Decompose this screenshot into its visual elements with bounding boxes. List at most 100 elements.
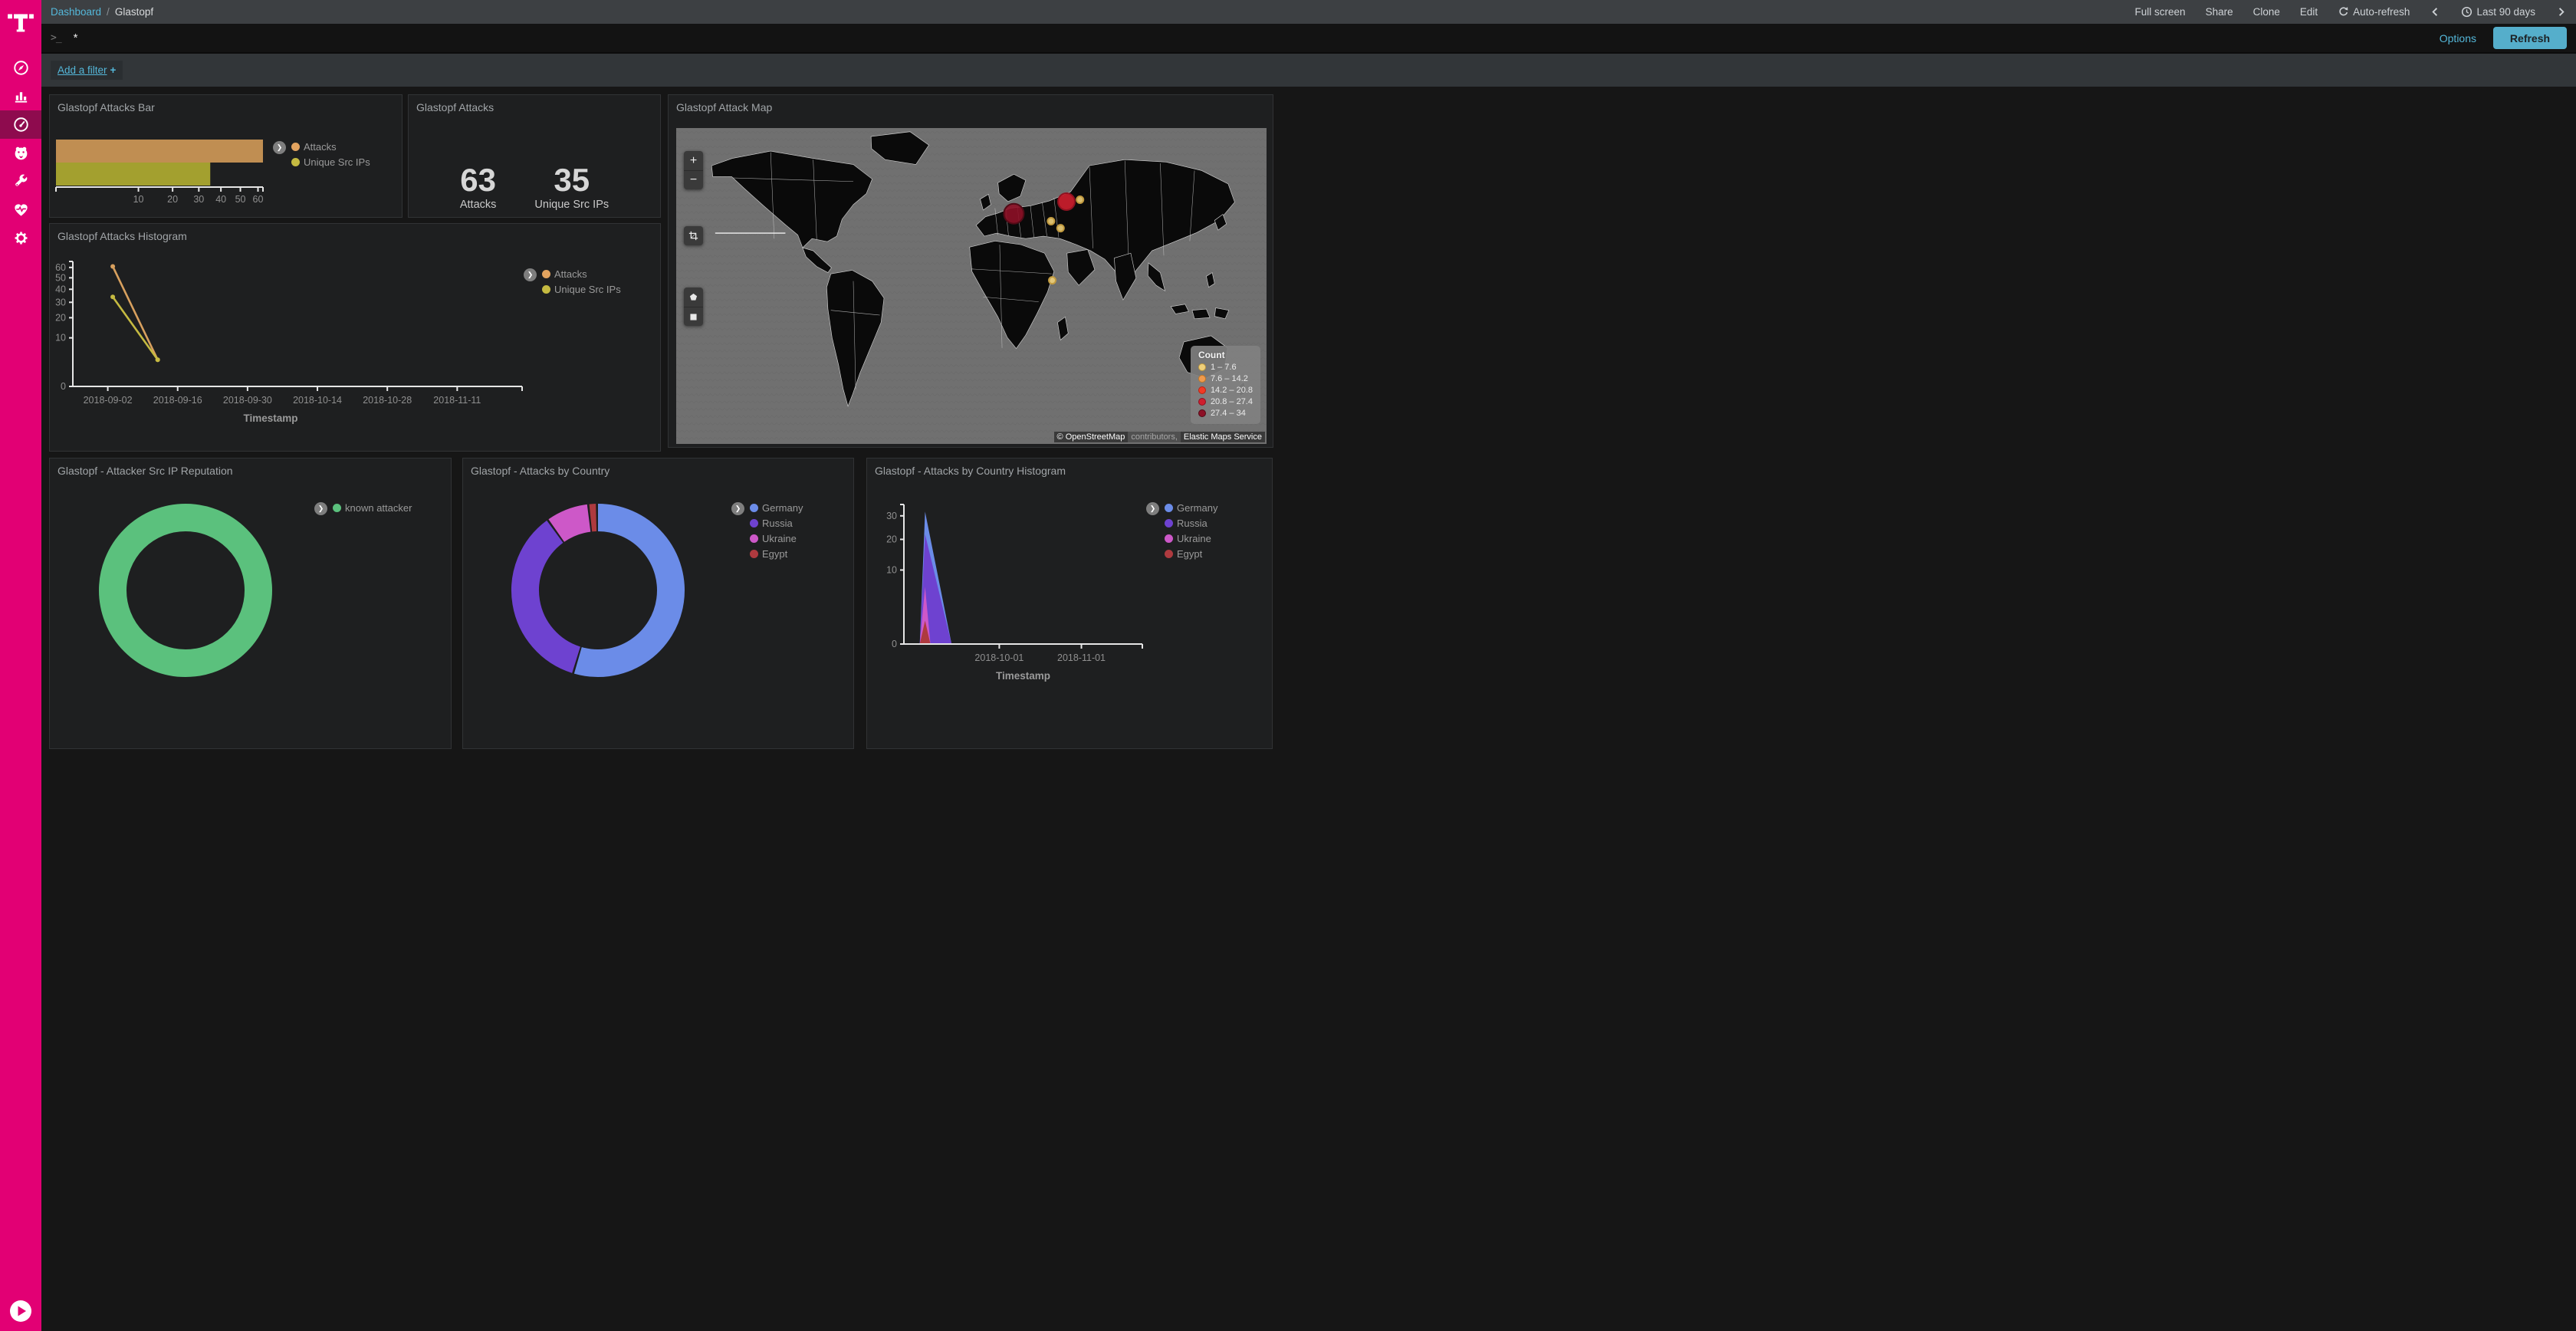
- svg-text:40: 40: [215, 194, 226, 205]
- polygon-icon[interactable]: [684, 288, 703, 307]
- gear-icon: [12, 229, 30, 247]
- legend-item-germany[interactable]: Germany: [1165, 502, 1217, 514]
- metric-values: 63Attacks35Unique Src IPs: [409, 120, 660, 211]
- panel-attacks-bar: Glastopf Attacks Bar 102030405060 ❯Attac…: [49, 94, 402, 218]
- svg-text:50: 50: [235, 194, 246, 205]
- sidebar-item-dashboard[interactable]: [0, 110, 41, 139]
- svg-text:60: 60: [55, 262, 66, 273]
- play-circle-icon: [8, 1299, 33, 1323]
- svg-text:2018-09-16: 2018-09-16: [153, 395, 202, 406]
- map-legend-item: 20.8 – 27.4: [1198, 397, 1253, 406]
- legend-toggle-icon[interactable]: ❯: [524, 268, 537, 281]
- heartbeat-icon: [12, 201, 30, 219]
- panel-attacks-by-country: Glastopf - Attacks by Country ❯GermanyRu…: [462, 458, 854, 749]
- sidebar-item-timelion[interactable]: [0, 139, 41, 167]
- refresh-button[interactable]: Refresh: [2493, 27, 2567, 49]
- legend-dot: [1165, 519, 1173, 527]
- nav-action-full-screen[interactable]: Full screen: [2135, 6, 2186, 18]
- legend-toggle-icon[interactable]: ❯: [1146, 502, 1159, 515]
- legend-item-attacks[interactable]: Attacks: [291, 141, 370, 153]
- sidebar-item-dev-tools[interactable]: [0, 167, 41, 196]
- map-legend-title: Count: [1198, 350, 1253, 360]
- map-legend-item: 7.6 – 14.2: [1198, 374, 1253, 383]
- nav-actions: Full screen Share Clone Edit Auto-refresh Las…: [2135, 6, 2567, 18]
- map-fit-controls: [684, 226, 703, 245]
- wrench-icon: [12, 173, 30, 190]
- legend: ❯ Attacks Unique Src IPs: [524, 268, 621, 295]
- dashboard-grid: Glastopf Attacks Bar 102030405060 ❯Attac…: [41, 87, 2576, 1331]
- legend-item-germany[interactable]: Germany: [750, 502, 803, 514]
- zoom-out-button[interactable]: −: [684, 170, 703, 189]
- nav-action-clone[interactable]: Clone: [2253, 6, 2280, 18]
- breadcrumb-dashboard[interactable]: Dashboard: [51, 6, 101, 18]
- legend-item-russia[interactable]: Russia: [750, 518, 803, 529]
- legend: ❯ Germany Russia Ukraine Egypt: [1146, 502, 1217, 560]
- legend-toggle-icon[interactable]: ❯: [731, 502, 744, 515]
- panel-attacks-by-country-histogram: Glastopf - Attacks by Country Histogram …: [866, 458, 1273, 749]
- legend-item-unique-src-ips[interactable]: Unique Src IPs: [291, 156, 370, 168]
- legend-dot: [291, 158, 300, 166]
- telekom-t-logo[interactable]: [0, 0, 41, 44]
- count-bucket-dot: [1198, 398, 1206, 406]
- bar-chart-icon: [12, 87, 30, 105]
- svg-text:20: 20: [167, 194, 178, 205]
- svg-text:2018-09-02: 2018-09-02: [84, 395, 133, 406]
- add-filter-button[interactable]: Add a filter +: [51, 61, 123, 80]
- time-picker-button[interactable]: Last 90 days: [2461, 6, 2535, 18]
- sidebar-expand-button[interactable]: [8, 1299, 33, 1323]
- legend-item-unique-src-ips[interactable]: Unique Src IPs: [542, 284, 621, 295]
- map-zoom-controls: + −: [684, 151, 703, 189]
- svg-text:10: 10: [133, 194, 144, 205]
- legend-dot: [291, 143, 300, 151]
- compass-icon: [12, 59, 30, 77]
- auto-refresh-button-icon: [2338, 6, 2349, 18]
- legend-item-attacks[interactable]: Attacks: [542, 268, 621, 280]
- count-bucket-dot: [1198, 363, 1206, 371]
- attribution-text: © OpenStreetMap: [1054, 432, 1129, 442]
- legend-item-egypt[interactable]: Egypt: [750, 548, 803, 560]
- legend-item-known-attacker[interactable]: known attacker: [333, 502, 412, 514]
- sidebar-item-monitoring[interactable]: [0, 196, 41, 224]
- time-back-button-icon: [2430, 6, 2441, 18]
- map-count-legend: Count 1 – 7.67.6 – 14.214.2 – 20.820.8 –…: [1191, 346, 1260, 424]
- time-picker-button-icon: [2461, 6, 2472, 18]
- crop-icon[interactable]: [684, 226, 703, 245]
- legend-item-ukraine[interactable]: Ukraine: [1165, 533, 1217, 544]
- options-link[interactable]: Options: [2440, 32, 2476, 44]
- nav-action-share[interactable]: Share: [2206, 6, 2233, 18]
- panel-attacks-metric: Glastopf Attacks 63Attacks35Unique Src I…: [408, 94, 661, 218]
- legend-toggle-icon[interactable]: ❯: [273, 141, 286, 154]
- svg-text:60: 60: [253, 194, 264, 205]
- legend-dot: [750, 534, 758, 543]
- count-bucket-dot: [1198, 386, 1206, 394]
- time-forward-button[interactable]: [2555, 6, 2567, 18]
- search-input[interactable]: *: [74, 31, 2440, 44]
- legend-toggle-icon[interactable]: ❯: [314, 502, 327, 515]
- sidebar-item-visualize[interactable]: [0, 82, 41, 110]
- sidebar-item-discover[interactable]: [0, 54, 41, 82]
- breadcrumb-current: Glastopf: [115, 6, 153, 18]
- svg-text:0: 0: [61, 381, 66, 392]
- legend-dot: [542, 285, 550, 294]
- query-prompt-icon: >_: [51, 32, 61, 44]
- svg-text:20: 20: [886, 534, 897, 544]
- attacks-bar-chart[interactable]: 102030405060: [54, 117, 294, 215]
- legend-item-egypt[interactable]: Egypt: [1165, 548, 1217, 560]
- sidebar-item-management[interactable]: [0, 224, 41, 252]
- plus-icon: +: [110, 64, 117, 76]
- rectangle-icon[interactable]: [684, 307, 703, 326]
- zoom-in-button[interactable]: +: [684, 151, 703, 170]
- filter-bar: Add a filter +: [41, 52, 2576, 87]
- svg-text:2018-11-01: 2018-11-01: [1057, 652, 1106, 663]
- nav-action-edit[interactable]: Edit: [2300, 6, 2318, 18]
- map-legend-item: 1 – 7.6: [1198, 363, 1253, 372]
- legend-item-russia[interactable]: Russia: [1165, 518, 1217, 529]
- time-back-button[interactable]: [2430, 6, 2441, 18]
- world-map[interactable]: + − Count 1 – 7.67.6 – 14.214.2 – 20.820…: [676, 128, 1267, 444]
- auto-refresh-button[interactable]: Auto-refresh: [2338, 6, 2410, 18]
- legend-item-ukraine[interactable]: Ukraine: [750, 533, 803, 544]
- svg-text:50: 50: [55, 272, 66, 283]
- legend-dot: [542, 270, 550, 278]
- attack-location-dots: [676, 128, 1267, 444]
- svg-text:2018-10-14: 2018-10-14: [293, 395, 342, 406]
